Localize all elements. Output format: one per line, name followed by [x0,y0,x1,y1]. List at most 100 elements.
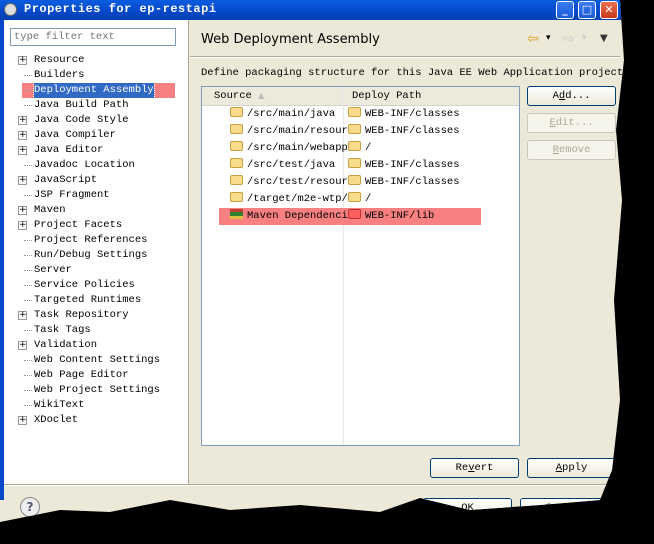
column-header-deploy-path[interactable]: Deploy Path [352,87,421,105]
close-button[interactable]: ✕ [600,1,618,19]
folder-icon [230,192,243,202]
deploy-path-text: WEB-INF/classes [365,108,460,120]
tree-item-label: Project References [34,234,148,246]
source-cell: /src/main/webapp [230,140,348,157]
expand-icon[interactable]: + [18,206,27,215]
tree-item-label: Java Build Path [34,99,129,111]
tree-item-label: Resource [34,54,85,66]
expand-icon[interactable]: + [18,311,27,320]
minimize-button[interactable]: _ [556,1,574,19]
folder-icon [348,209,361,219]
expand-icon[interactable]: + [18,131,27,140]
tree-item-label: Task Tags [34,324,91,336]
add-button[interactable]: Add... [527,86,616,106]
source-cell: /src/main/resour [230,123,348,140]
library-icon [230,209,243,219]
expand-icon[interactable]: + [18,116,27,125]
source-text: Maven Dependenci [247,210,348,222]
table-row[interactable]: /target/m2e-wtp/ / [202,191,519,208]
folder-icon [230,158,243,168]
forward-arrow-icon[interactable]: ⇨ [563,31,575,47]
tree-connector [24,285,32,286]
window-title: Properties for ep-restapi [24,2,217,16]
help-icon[interactable]: ? [20,497,40,517]
source-text: /src/main/java [247,108,336,120]
table-row[interactable]: Maven Dependenci WEB-INF/lib [202,208,519,225]
tree-connector [24,300,32,301]
tree-item[interactable]: Deployment Assembly [22,82,175,99]
tree-connector [24,195,32,196]
deploy-path-cell: WEB-INF/lib [348,208,434,225]
table-row[interactable]: /src/test/resour WEB-INF/classes [202,174,519,191]
edit-button[interactable]: Edit... [527,113,616,133]
source-text: /src/main/resour [247,125,348,137]
tree-item-label: Maven [34,204,66,216]
tree-item-label: Service Policies [34,279,135,291]
tree-connector [24,405,32,406]
page-title: Web Deployment Assembly [201,32,380,47]
tree-item-label: Task Repository [34,309,129,321]
expand-icon[interactable]: + [18,146,27,155]
apply-button[interactable]: Apply [527,458,616,478]
tree-item-label: Server [34,264,72,276]
deploy-path-text: WEB-INF/classes [365,159,460,171]
footer-separator [4,484,620,486]
view-menu-icon[interactable]: ▼ [600,33,608,44]
title-bar[interactable]: Properties for ep-restapi _ □ ✕ [0,0,624,20]
source-text: /src/main/webapp [247,142,348,154]
tree-item-label: Web Content Settings [34,354,161,366]
table-row[interactable]: /src/main/webapp / [202,140,519,157]
eclipse-icon [4,3,17,16]
folder-icon [348,192,361,202]
column-header-source[interactable]: Source ▲ [214,87,264,105]
ok-button[interactable]: OK [423,498,512,520]
maximize-button[interactable]: □ [578,1,596,19]
forward-dropdown-icon[interactable]: ▾ [582,33,587,43]
assembly-table[interactable]: Source ▲ Deploy Path /src/main/java WEB-I… [201,86,520,446]
tree-item-label: Web Page Editor [34,369,129,381]
deploy-path-cell: / [348,191,371,208]
deploy-path-text: WEB-INF/classes [365,176,460,188]
deploy-path-cell: WEB-INF/classes [348,106,460,123]
expand-icon[interactable]: + [18,416,27,425]
table-row[interactable]: /src/test/java WEB-INF/classes [202,157,519,174]
source-cell: /src/test/resour [230,174,348,191]
tree-connector [24,375,32,376]
tree-connector [24,270,32,271]
source-text: /target/m2e-wtp/ [247,193,348,205]
deploy-path-cell: WEB-INF/classes [348,157,460,174]
folder-icon [230,107,243,117]
tree-item-label: JavaScript [34,174,98,186]
properties-dialog: Properties for ep-restapi _ □ ✕ + Resourc… [0,0,624,522]
expand-icon[interactable]: + [18,56,27,65]
folder-icon [230,141,243,151]
expand-icon[interactable]: + [18,176,27,185]
sort-ascending-icon: ▲ [258,91,265,100]
tree-connector [24,165,32,166]
folder-icon [230,175,243,185]
tree-connector [24,330,32,331]
revert-button[interactable]: Revert [430,458,519,478]
folder-icon [348,141,361,151]
deploy-path-text: WEB-INF/lib [365,210,435,222]
remove-button[interactable]: Remove [527,140,616,160]
expand-icon[interactable]: + [18,221,27,230]
tree-item-label: Run/Debug Settings [34,249,148,261]
tree-item-label: JSP Fragment [34,189,110,201]
cancel-button[interactable]: Cancel [520,498,609,520]
tree-item-label: Web Project Settings [34,384,161,396]
tree-item-label: Java Compiler [34,129,116,141]
back-arrow-icon[interactable]: ⇦ [527,31,539,47]
table-row[interactable]: /src/main/java WEB-INF/classes [202,106,519,123]
tree-item-label: Java Code Style [34,114,129,126]
tree-connector [24,390,32,391]
tree-connector [24,90,32,91]
header-separator [190,56,620,58]
back-dropdown-icon[interactable]: ▾ [546,33,551,43]
expand-icon[interactable]: + [18,341,27,350]
deploy-path-cell: / [348,140,371,157]
page-description: Define packaging structure for this Java… [201,67,630,79]
filter-input[interactable] [10,28,176,46]
table-header: Source ▲ Deploy Path [202,87,519,106]
table-row[interactable]: /src/main/resour WEB-INF/classes [202,123,519,140]
